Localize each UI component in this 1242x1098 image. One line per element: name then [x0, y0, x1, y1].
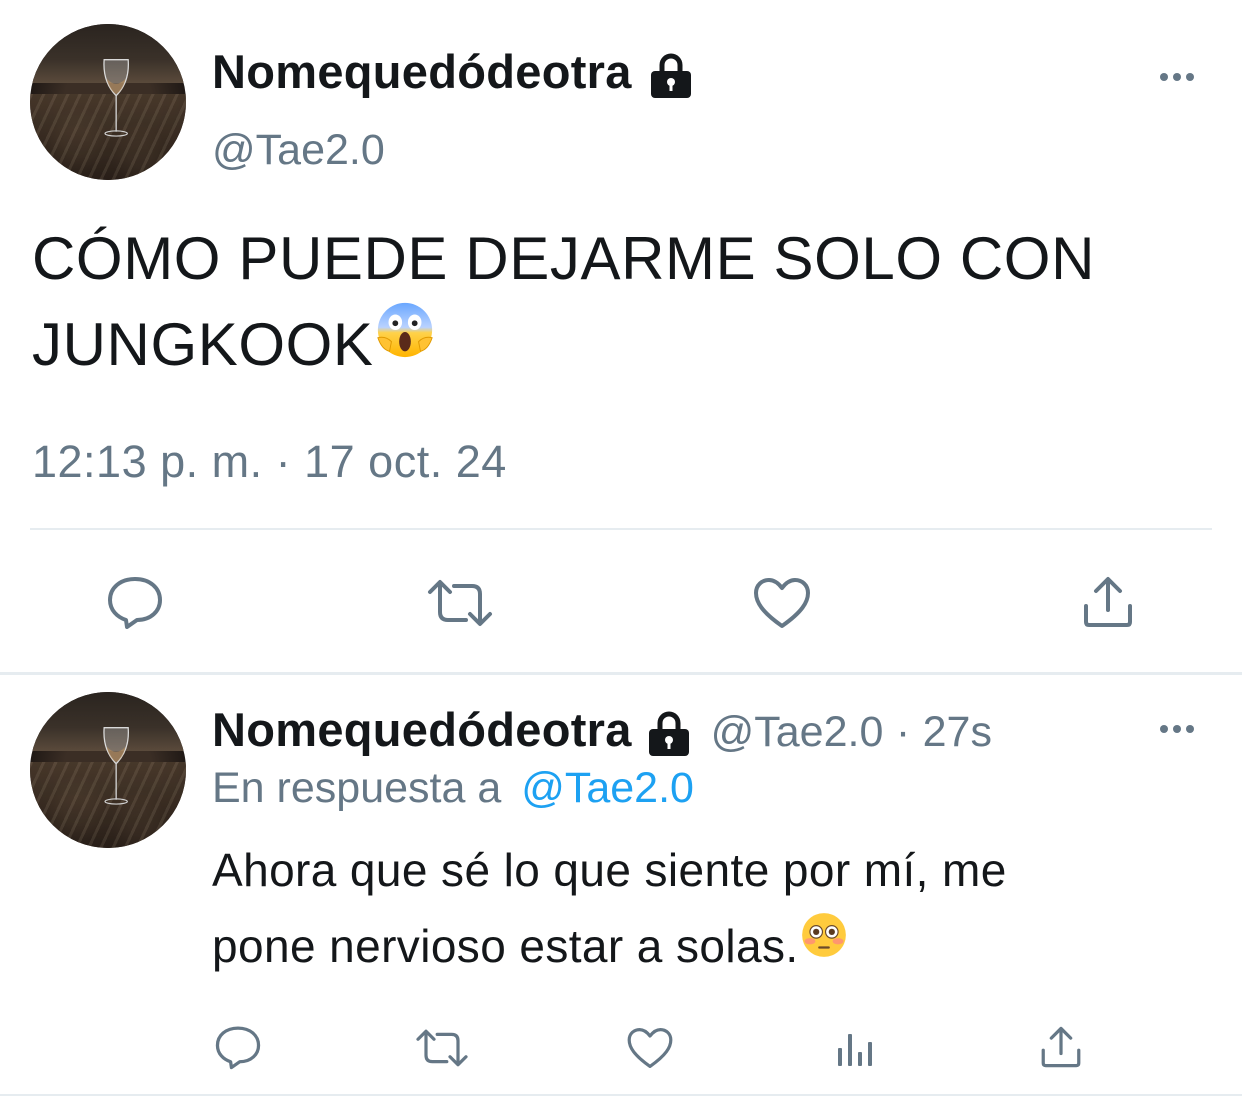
wine-glass-image: [99, 43, 133, 155]
in-reply-to-label: En respuesta a: [212, 764, 502, 812]
more-options-icon[interactable]: [1160, 68, 1204, 82]
display-name[interactable]: Nomequedódeotra: [212, 45, 632, 98]
avatar[interactable]: [30, 24, 186, 180]
retweet-icon[interactable]: [414, 1028, 470, 1068]
reply-text: Ahora que sé lo que siente por mí, me po…: [212, 832, 1222, 988]
like-icon[interactable]: [752, 576, 812, 630]
reply-text-line2: pone nervioso estar a solas.: [212, 920, 799, 972]
analytics-icon[interactable]: [836, 1026, 876, 1068]
tweet-text: CÓMO PUEDE DEJARME SOLO CON JUNGKOOK: [32, 216, 1222, 392]
reply-time-ago[interactable]: 27s: [923, 708, 992, 756]
tweet-text-line2: JUNGKOOK: [32, 311, 374, 378]
wine-glass-image: [99, 711, 133, 823]
reply-icon[interactable]: [106, 574, 164, 630]
flushed-emoji-icon: [799, 906, 849, 982]
time-separator: ·: [895, 708, 911, 756]
reply-user-handle[interactable]: @Tae2.0: [711, 708, 884, 756]
tweet-text-line2-wrap: JUNGKOOK: [32, 302, 1222, 392]
share-icon[interactable]: [1040, 1024, 1082, 1070]
tweet-timestamp[interactable]: 12:13 p. m. · 17 oct. 24: [32, 436, 507, 488]
reply-display-name[interactable]: Nomequedódeotra: [212, 703, 632, 756]
reply-more-options-icon[interactable]: [1160, 720, 1204, 734]
retweet-icon[interactable]: [426, 578, 494, 628]
user-handle[interactable]: @Tae2.0: [212, 126, 385, 175]
in-reply-to-link[interactable]: @Tae2.0: [521, 764, 694, 812]
share-icon[interactable]: [1082, 574, 1134, 630]
lock-icon: [644, 708, 694, 763]
section-divider: [0, 672, 1242, 675]
reply-text-line1: Ahora que sé lo que siente por mí, me: [212, 844, 1007, 896]
like-icon[interactable]: [626, 1026, 674, 1070]
scream-emoji-icon: [374, 298, 436, 384]
reply-text-line2-wrap: pone nervioso estar a solas.: [212, 908, 1222, 988]
lock-icon: [646, 50, 696, 105]
divider: [30, 528, 1212, 530]
bottom-divider: [0, 1094, 1242, 1096]
reply-icon[interactable]: [214, 1024, 262, 1070]
reply-avatar[interactable]: [30, 692, 186, 848]
tweet-text-line1: CÓMO PUEDE DEJARME SOLO CON: [32, 225, 1096, 292]
